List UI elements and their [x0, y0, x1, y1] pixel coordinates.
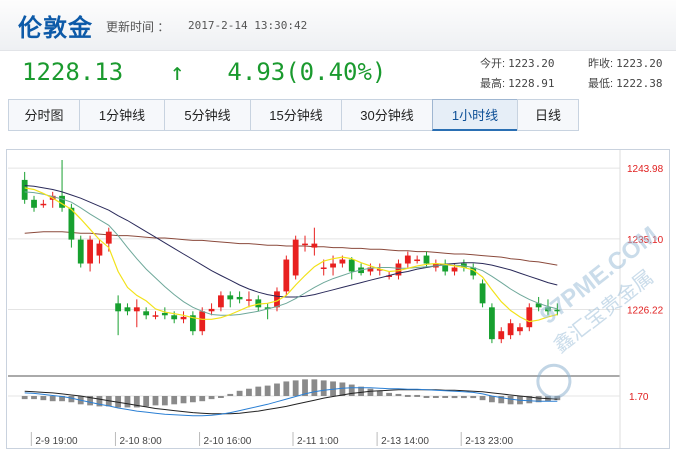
macd-bar — [339, 382, 346, 396]
macd-bar — [395, 393, 402, 396]
macd-bar — [442, 396, 449, 398]
macd-bar — [404, 394, 411, 397]
ma20-path — [24, 185, 558, 298]
macd-bar — [320, 380, 327, 396]
candle-body — [31, 199, 37, 208]
macd-bar — [227, 393, 234, 396]
macd-bar — [507, 396, 514, 405]
candle-body — [115, 303, 122, 312]
macd-bar — [180, 396, 187, 404]
candle-body — [330, 263, 336, 268]
macd-bar — [432, 396, 439, 398]
candle-body — [218, 295, 224, 308]
macd-bar — [451, 396, 458, 399]
candle-body — [348, 259, 355, 272]
y-tick-label: 1226.22 — [627, 306, 664, 317]
candle-body — [96, 243, 103, 256]
candle-body — [507, 323, 514, 336]
macd-bar — [386, 392, 393, 396]
x-tick-label: 2-13 23:00 — [465, 436, 513, 447]
candle-body — [87, 239, 93, 264]
ma60-line — [24, 231, 558, 266]
candle-body — [311, 243, 318, 248]
candle-body — [236, 296, 243, 300]
candle-body — [246, 299, 252, 301]
macd-bar — [208, 396, 215, 400]
candle-body — [68, 207, 75, 240]
macd-bar — [264, 385, 271, 396]
candle-body — [423, 255, 430, 264]
candle-body — [451, 267, 458, 272]
macd-bar — [40, 396, 47, 401]
candle-body — [414, 259, 421, 262]
macd-bar — [218, 396, 224, 398]
candle-body — [180, 316, 187, 320]
candle-body — [302, 243, 308, 246]
candle-body — [404, 255, 411, 264]
candle-body — [133, 307, 140, 312]
candle-body — [489, 307, 495, 340]
macd-bar — [161, 396, 168, 406]
y-tick-label: 1243.98 — [627, 164, 664, 175]
macd-bar — [274, 383, 280, 396]
candle-body — [161, 312, 168, 316]
candle-body — [320, 267, 327, 269]
candle-body — [152, 315, 159, 317]
macd-bar — [68, 396, 75, 403]
candles — [21, 160, 561, 344]
x-tick-label: 2-9 19:00 — [35, 436, 78, 447]
x-tick-label: 2-10 8:00 — [119, 436, 162, 447]
macd-bar — [460, 396, 467, 399]
candle-body — [124, 307, 131, 312]
candle-body — [143, 311, 150, 316]
macd-bar — [470, 396, 477, 399]
macd-bar — [189, 396, 196, 403]
macd-bar — [246, 388, 252, 396]
candle-body — [40, 203, 47, 206]
x-tick-label: 2-11 1:00 — [297, 436, 339, 447]
macd-bar — [489, 396, 495, 403]
macd-bar — [143, 396, 150, 407]
macd-bar — [124, 396, 131, 408]
candle-body — [498, 331, 505, 340]
candle-body — [227, 295, 234, 300]
macd-bar — [283, 381, 290, 396]
candle-body — [526, 307, 533, 328]
x-tick-label: 2-10 16:00 — [204, 436, 252, 447]
macd-bar — [255, 386, 262, 396]
candle-body — [339, 259, 346, 264]
candle-body — [479, 283, 486, 304]
macd-panel — [21, 379, 561, 417]
candle-body — [171, 315, 178, 320]
candle-body — [77, 239, 84, 264]
macd-bar — [49, 396, 56, 402]
candlestick-chart: 1243.981235.101226.221.702-9 19:00 2-10 8… — [8, 150, 664, 448]
macd-bar — [199, 396, 206, 402]
macd-bar — [479, 396, 486, 401]
moving-averages — [24, 185, 558, 323]
ma60-path — [24, 231, 558, 266]
macd-bar — [367, 388, 374, 396]
macd-bar — [292, 380, 299, 396]
x-tick-label: 2-13 14:00 — [381, 436, 429, 447]
macd-bar — [21, 396, 28, 400]
candle-body — [21, 179, 28, 200]
candle-body — [208, 308, 215, 312]
candle-body — [292, 239, 299, 276]
candle-body — [59, 195, 65, 208]
macd-bar — [236, 390, 243, 396]
candle-body — [283, 259, 290, 292]
macd-bar — [152, 396, 159, 406]
candle-body — [199, 311, 206, 332]
macd-bar — [31, 396, 37, 400]
macd-bar — [311, 379, 318, 396]
macd-bar — [423, 396, 430, 398]
macd-bar — [376, 390, 383, 396]
candle-body — [105, 231, 112, 244]
macd-bar — [414, 394, 421, 397]
candle-body — [517, 327, 523, 332]
macd-bar — [171, 396, 178, 405]
macd-tick-label: 1.70 — [629, 392, 649, 403]
macd-bar — [348, 384, 355, 396]
